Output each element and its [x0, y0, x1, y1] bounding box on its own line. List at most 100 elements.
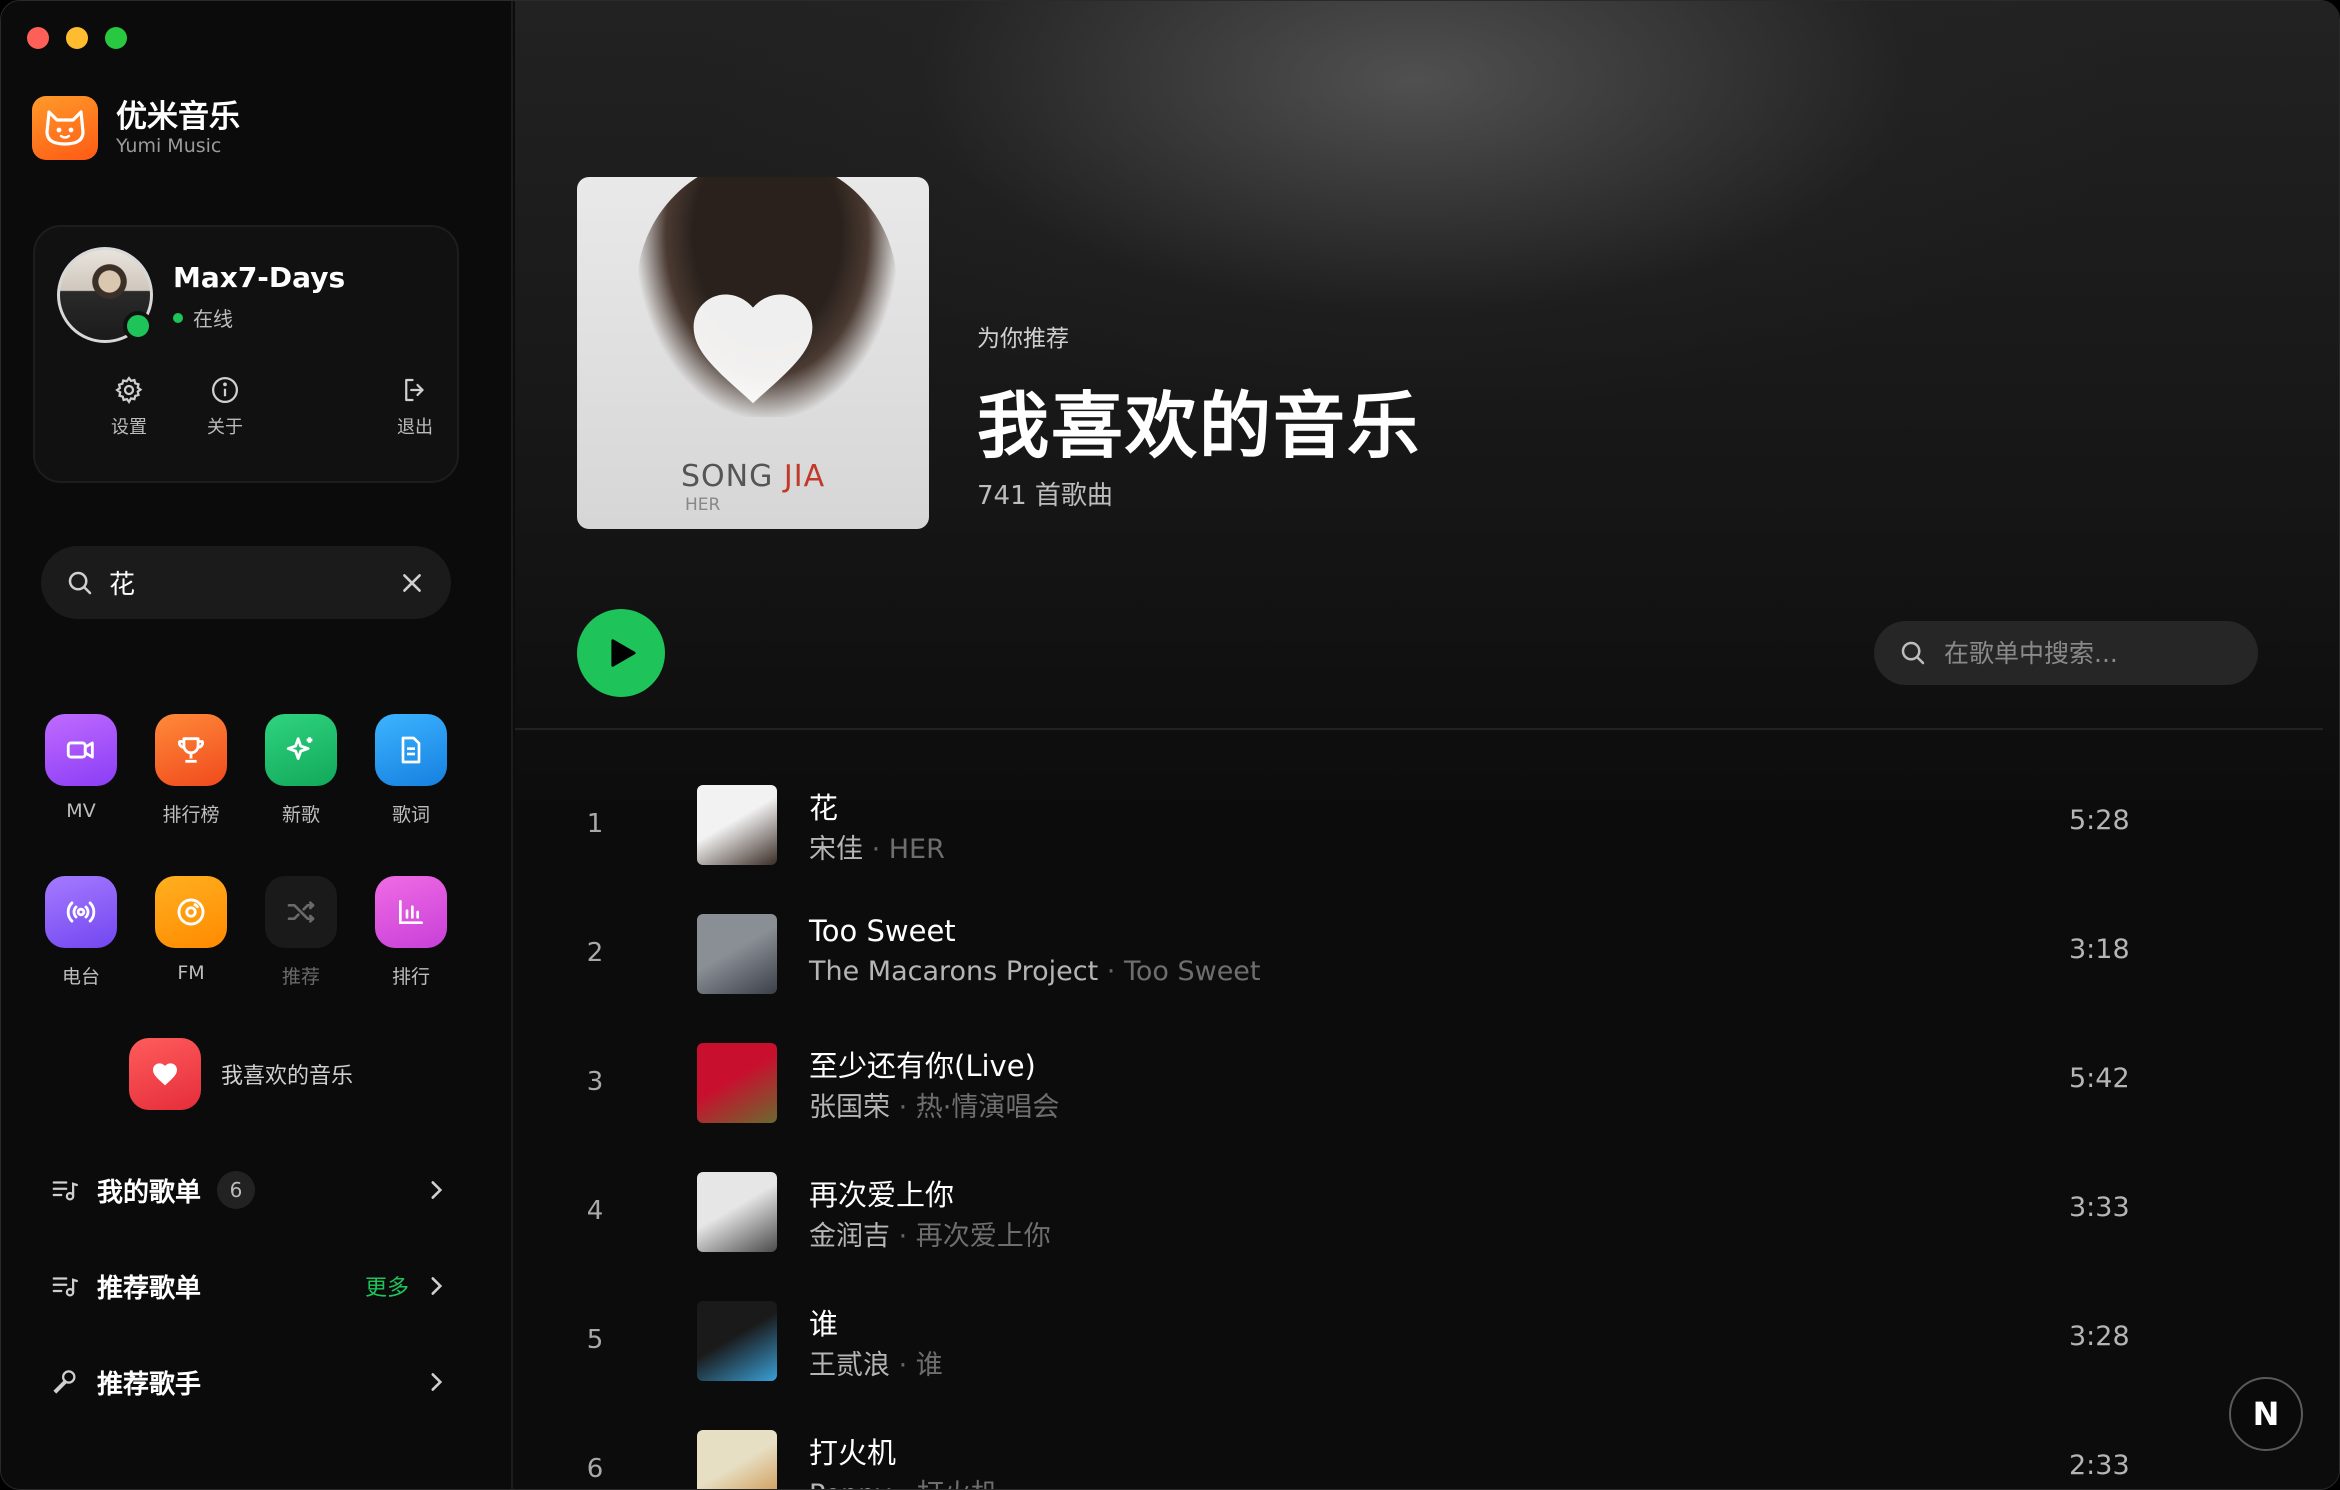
liked-songs-label: 我喜欢的音乐: [221, 1064, 354, 1089]
playlist-eyebrow: 为你推荐: [977, 326, 1069, 352]
nav-fm[interactable]: FM: [151, 876, 231, 984]
nav-radio-label: 电台: [61, 966, 100, 988]
track-row[interactable]: 4 再次爱上你 金润吉 · 再次爱上你 3:33: [515, 1160, 2323, 1270]
liked-songs-button[interactable]: 我喜欢的音乐: [129, 1038, 353, 1110]
nav-lyrics[interactable]: 歌词: [371, 714, 451, 827]
track-artwork: [697, 914, 777, 994]
sidebar-search-input[interactable]: [109, 567, 379, 598]
track-row[interactable]: 2 Too Sweet The Macarons Project · Too Swe…: [515, 902, 2323, 1012]
broadcast-icon: [66, 901, 96, 923]
track-meta: 金润吉 · 再次爱上你: [809, 1214, 1051, 1253]
liked-songs-tile: [129, 1038, 201, 1110]
nav-recommend[interactable]: 推荐: [261, 876, 341, 989]
track-artwork: [697, 1301, 777, 1381]
track-artist[interactable]: The Macarons Project: [809, 956, 1098, 987]
gear-icon: [115, 376, 143, 404]
nav-radio[interactable]: 电台: [41, 876, 121, 989]
sparkle-icon: [286, 737, 313, 760]
track-row[interactable]: 5 谁王贰浪 · 谁 3:28: [515, 1289, 2323, 1399]
search-icon: [1901, 641, 1925, 665]
track-album[interactable]: 谁: [916, 1350, 943, 1381]
close-window-button[interactable]: [27, 27, 49, 49]
track-row[interactable]: 6 打火机 Penny · 打火机 2:33: [515, 1418, 2323, 1489]
user-card: Max7-Days 在线 设置 关于 退出: [33, 225, 459, 483]
app-subtitle: Yumi Music: [116, 135, 222, 157]
track-duration: 3:33: [2069, 1192, 2130, 1223]
track-album[interactable]: HER: [889, 834, 945, 865]
track-duration: 3:28: [2069, 1321, 2130, 1352]
track-row[interactable]: 3 至少还有你(Live) 张国荣 · 热·情演唱会 5:42: [515, 1031, 2323, 1141]
nav-charts[interactable]: 排行榜: [151, 714, 231, 827]
floating-action-button[interactable]: N: [2229, 1377, 2303, 1451]
track-title: 再次爱上你: [809, 1178, 955, 1212]
track-artist[interactable]: 张国荣: [809, 1092, 890, 1123]
track-title: 打火机: [809, 1436, 897, 1470]
track-row[interactable]: 1 花宋佳 · HER 5:28: [515, 773, 2323, 883]
bar-chart-icon: [399, 900, 423, 924]
sidebar: 优米音乐 Yumi Music Max7-Days 在线 设置 关于 退出 花 …: [1, 1, 513, 1489]
track-artist[interactable]: 金润吉: [809, 1221, 890, 1252]
shuffle-icon: [287, 901, 315, 923]
trophy-icon: [178, 737, 204, 763]
my-playlists-label: 我的歌单: [97, 1177, 202, 1208]
brand: 优米音乐 Yumi Music: [32, 96, 240, 160]
nav-fm-tile: [155, 876, 227, 948]
track-artist[interactable]: 宋佳: [809, 834, 863, 865]
info-icon: [212, 377, 238, 403]
chevron-right-icon: [431, 1373, 443, 1391]
nav-new-songs[interactable]: 新歌: [261, 714, 341, 827]
track-number: 6: [586, 1454, 604, 1484]
track-artist[interactable]: 王贰浪: [809, 1350, 890, 1381]
cat-logo-icon: [32, 96, 98, 160]
track-duration: 2:33: [2069, 1450, 2130, 1481]
more-link[interactable]: 更多: [365, 1270, 409, 1302]
nav-radio-tile: [45, 876, 117, 948]
logout-button[interactable]: 退出: [375, 375, 455, 439]
nav-lyrics-label: 歌词: [391, 804, 430, 826]
play-all-button[interactable]: [577, 609, 665, 697]
track-number: 2: [586, 938, 604, 968]
track-artist[interactable]: Penny: [809, 1479, 891, 1489]
clear-search-icon[interactable]: [399, 570, 425, 596]
track-album[interactable]: 热·情演唱会: [916, 1092, 1060, 1123]
nav-recommend-tile: [265, 876, 337, 948]
track-artwork: [697, 785, 777, 865]
user-status-text: 在线: [193, 307, 233, 331]
track-duration: 3:18: [2069, 934, 2130, 965]
song-count: 741 首歌曲: [977, 481, 1113, 511]
window-controls: [27, 27, 127, 49]
track-artwork: [697, 1172, 777, 1252]
status-dot: [173, 312, 183, 323]
maximize-window-button[interactable]: [105, 27, 127, 49]
separator: ·: [891, 1479, 917, 1489]
recommended-playlists-row[interactable]: 推荐歌单 更多: [49, 1261, 449, 1311]
my-playlists-row[interactable]: 我的歌单 6: [49, 1165, 449, 1215]
track-meta: 宋佳 · HER: [809, 827, 945, 866]
nav-mv[interactable]: MV: [41, 714, 121, 822]
divider: [515, 728, 2323, 730]
track-duration: 5:28: [2069, 805, 2130, 836]
nav-ranking[interactable]: 排行: [371, 876, 451, 989]
track-album[interactable]: Too Sweet: [1124, 956, 1261, 987]
sidebar-search: [41, 546, 451, 619]
track-number: 4: [586, 1196, 604, 1226]
track-title: 至少还有你(Live): [809, 1049, 1036, 1083]
cover-title: SONG JIA: [681, 459, 825, 494]
page-title: 我喜欢的音乐: [977, 384, 1422, 468]
separator: ·: [890, 1092, 916, 1123]
playlist-icon: [52, 1181, 78, 1201]
recommended-artists-row[interactable]: 推荐歌手: [49, 1357, 449, 1407]
track-duration: 5:42: [2069, 1063, 2130, 1094]
my-playlists-count: 6: [217, 1171, 256, 1209]
track-meta: The Macarons Project · Too Sweet: [809, 956, 1261, 987]
settings-button[interactable]: 设置: [89, 375, 169, 439]
minimize-window-button[interactable]: [66, 27, 88, 49]
app-name: 优米音乐: [116, 99, 240, 135]
about-button[interactable]: 关于: [185, 375, 265, 439]
playlist-search-input[interactable]: [1944, 638, 2244, 668]
online-indicator: [123, 311, 153, 341]
nav-ranking-tile: [375, 876, 447, 948]
track-album[interactable]: 打火机: [917, 1479, 998, 1489]
track-album[interactable]: 再次爱上你: [916, 1221, 1051, 1252]
logout-label: 退出: [397, 417, 433, 438]
